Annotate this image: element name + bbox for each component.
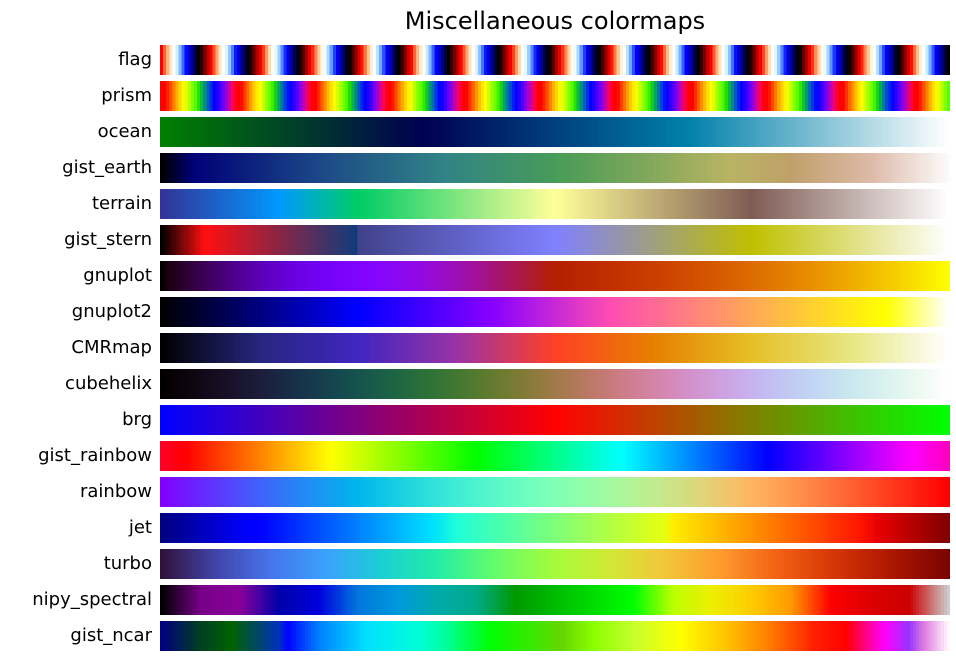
colormap-row-gist-rainbow: gist_rainbow xyxy=(0,441,956,471)
colormap-bar xyxy=(160,45,950,75)
colormap-bar xyxy=(160,477,950,507)
colormap-label: turbo xyxy=(103,553,152,574)
colormap-row-ocean: ocean xyxy=(0,117,956,147)
colormap-bar xyxy=(160,297,950,327)
colormap-row-turbo: turbo xyxy=(0,549,956,579)
colormap-bar xyxy=(160,405,950,435)
colormap-row-gnuplot2: gnuplot2 xyxy=(0,297,956,327)
colormap-label: rainbow xyxy=(80,481,152,502)
colormap-row-terrain: terrain xyxy=(0,189,956,219)
colormap-bar xyxy=(160,585,950,615)
colormap-bar xyxy=(160,621,950,651)
colormap-row-cubehelix: cubehelix xyxy=(0,369,956,399)
colormap-label: jet xyxy=(128,517,152,538)
colormap-label: terrain xyxy=(91,193,152,214)
colormap-label: gist_ncar xyxy=(70,625,152,646)
colormap-bar xyxy=(160,189,950,219)
colormap-label: cubehelix xyxy=(65,373,152,394)
colormap-bar xyxy=(160,117,950,147)
colormap-row-gist-earth: gist_earth xyxy=(0,153,956,183)
colormap-row-prism: prism xyxy=(0,81,956,111)
chart-title: Miscellaneous colormaps xyxy=(404,7,706,35)
colormap-label: prism xyxy=(101,85,152,106)
colormap-label: CMRmap xyxy=(71,337,152,358)
colormap-label: nipy_spectral xyxy=(32,589,152,610)
colormap-row-gist-stern: gist_stern xyxy=(0,225,956,255)
colormap-bar xyxy=(160,81,950,111)
colormap-row-gnuplot: gnuplot xyxy=(0,261,956,291)
colormap-row-cmrmap: CMRmap xyxy=(0,333,956,363)
colormap-label: gnuplot2 xyxy=(71,301,152,322)
colormap-row-jet: jet xyxy=(0,513,956,543)
colormap-label: gist_stern xyxy=(64,229,152,250)
colormap-row-rainbow: rainbow xyxy=(0,477,956,507)
colormap-bar xyxy=(160,225,950,255)
colormap-bar xyxy=(160,513,950,543)
colormap-label: gist_earth xyxy=(62,157,152,178)
colormap-label: brg xyxy=(122,409,152,430)
colormap-row-nipy-spectral: nipy_spectral xyxy=(0,585,956,615)
colormap-bar xyxy=(160,153,950,183)
colormap-bar xyxy=(160,333,950,363)
colormap-row-brg: brg xyxy=(0,405,956,435)
colormap-row-flag: flag xyxy=(0,45,956,75)
colormap-bar xyxy=(160,441,950,471)
colormap-label: gnuplot xyxy=(83,265,152,286)
colormap-bar xyxy=(160,261,950,291)
colormap-row-gist-ncar: gist_ncar xyxy=(0,621,956,651)
colormap-label: gist_rainbow xyxy=(38,445,152,466)
colormap-label: flag xyxy=(118,49,152,70)
colormap-label: ocean xyxy=(97,121,152,142)
colormap-bar xyxy=(160,549,950,579)
colormap-bar xyxy=(160,369,950,399)
